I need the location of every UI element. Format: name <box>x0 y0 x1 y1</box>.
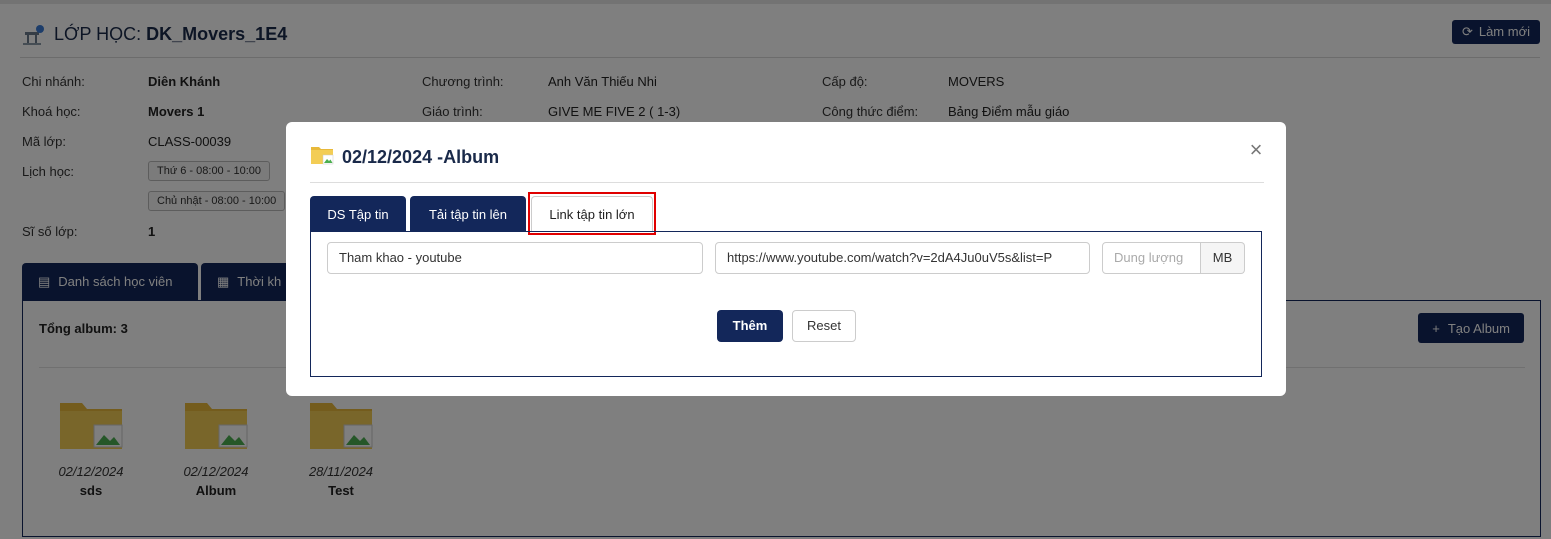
tab-upload-file[interactable]: Tải tập tin lên <box>410 196 526 232</box>
tab-label: Tải tập tin lên <box>428 206 508 222</box>
tab-file-list[interactable]: DS Tập tin <box>310 196 406 232</box>
size-input[interactable]: Dung lượng <box>1102 242 1201 274</box>
size-unit: MB <box>1201 242 1245 274</box>
folder-image-icon <box>311 147 334 165</box>
album-modal: 02/12/2024 -Album × DS Tập tin Tải tập t… <box>286 122 1286 396</box>
add-button[interactable]: Thêm <box>717 310 783 342</box>
link-name-input[interactable]: Tham khao - youtube <box>327 242 703 274</box>
link-url-input[interactable]: https://www.youtube.com/watch?v=2dA4Ju0u… <box>715 242 1090 274</box>
modal-title: 02/12/2024 -Album <box>342 147 500 167</box>
link-form-panel: Tham khao - youtube https://www.youtube.… <box>310 231 1262 377</box>
tab-label: DS Tập tin <box>327 206 389 222</box>
divider <box>310 182 1264 183</box>
close-icon[interactable]: × <box>1246 139 1266 161</box>
reset-button[interactable]: Reset <box>792 310 856 342</box>
highlight-box <box>528 192 656 235</box>
